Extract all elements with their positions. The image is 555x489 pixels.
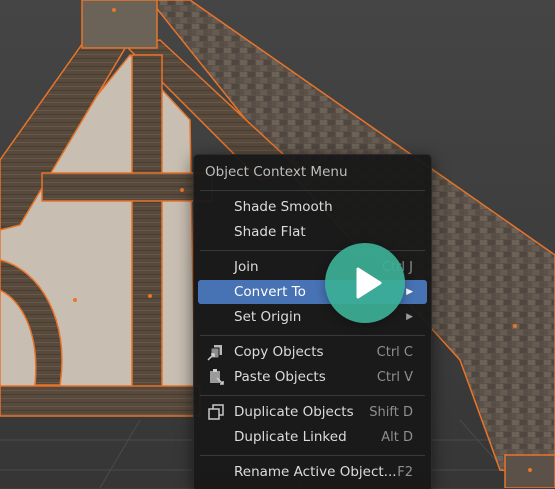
copy-icon — [207, 343, 225, 361]
item-shortcut: Ctrl C — [376, 344, 413, 360]
item-label: Shade Flat — [234, 224, 306, 240]
shade-flat-item[interactable]: Shade Flat — [198, 220, 427, 244]
duplicate-icon — [207, 403, 225, 421]
play-button[interactable] — [325, 243, 405, 323]
shade-smooth-item[interactable]: Shade Smooth — [198, 195, 427, 219]
item-label: Rename Active Object... — [234, 464, 397, 480]
play-icon — [356, 267, 382, 299]
menu-separator — [200, 190, 425, 191]
item-shortcut: Alt D — [381, 429, 413, 445]
duplicate-objects-item[interactable]: Duplicate Objects Shift D — [198, 400, 427, 424]
submenu-arrow-icon: ▶ — [406, 312, 413, 322]
paste-icon — [207, 368, 225, 386]
item-shortcut: Ctrl V — [376, 369, 413, 385]
item-label: Duplicate Linked — [234, 429, 347, 445]
copy-objects-item[interactable]: Copy Objects Ctrl C — [198, 340, 427, 364]
menu-separator — [200, 335, 425, 336]
item-shortcut: F2 — [397, 464, 413, 480]
menu-separator — [200, 395, 425, 396]
rename-active-object-item[interactable]: Rename Active Object... F2 — [198, 460, 427, 484]
menu-title: Object Context Menu — [205, 164, 348, 180]
item-label: Paste Objects — [234, 369, 326, 385]
duplicate-linked-item[interactable]: Duplicate Linked Alt D — [198, 425, 427, 449]
item-label: Copy Objects — [234, 344, 324, 360]
submenu-arrow-icon: ▶ — [406, 287, 413, 297]
item-shortcut: Shift D — [369, 404, 413, 420]
item-label: Shade Smooth — [234, 199, 333, 215]
item-label: Duplicate Objects — [234, 404, 354, 420]
paste-objects-item[interactable]: Paste Objects Ctrl V — [198, 365, 427, 389]
menu-separator — [200, 455, 425, 456]
